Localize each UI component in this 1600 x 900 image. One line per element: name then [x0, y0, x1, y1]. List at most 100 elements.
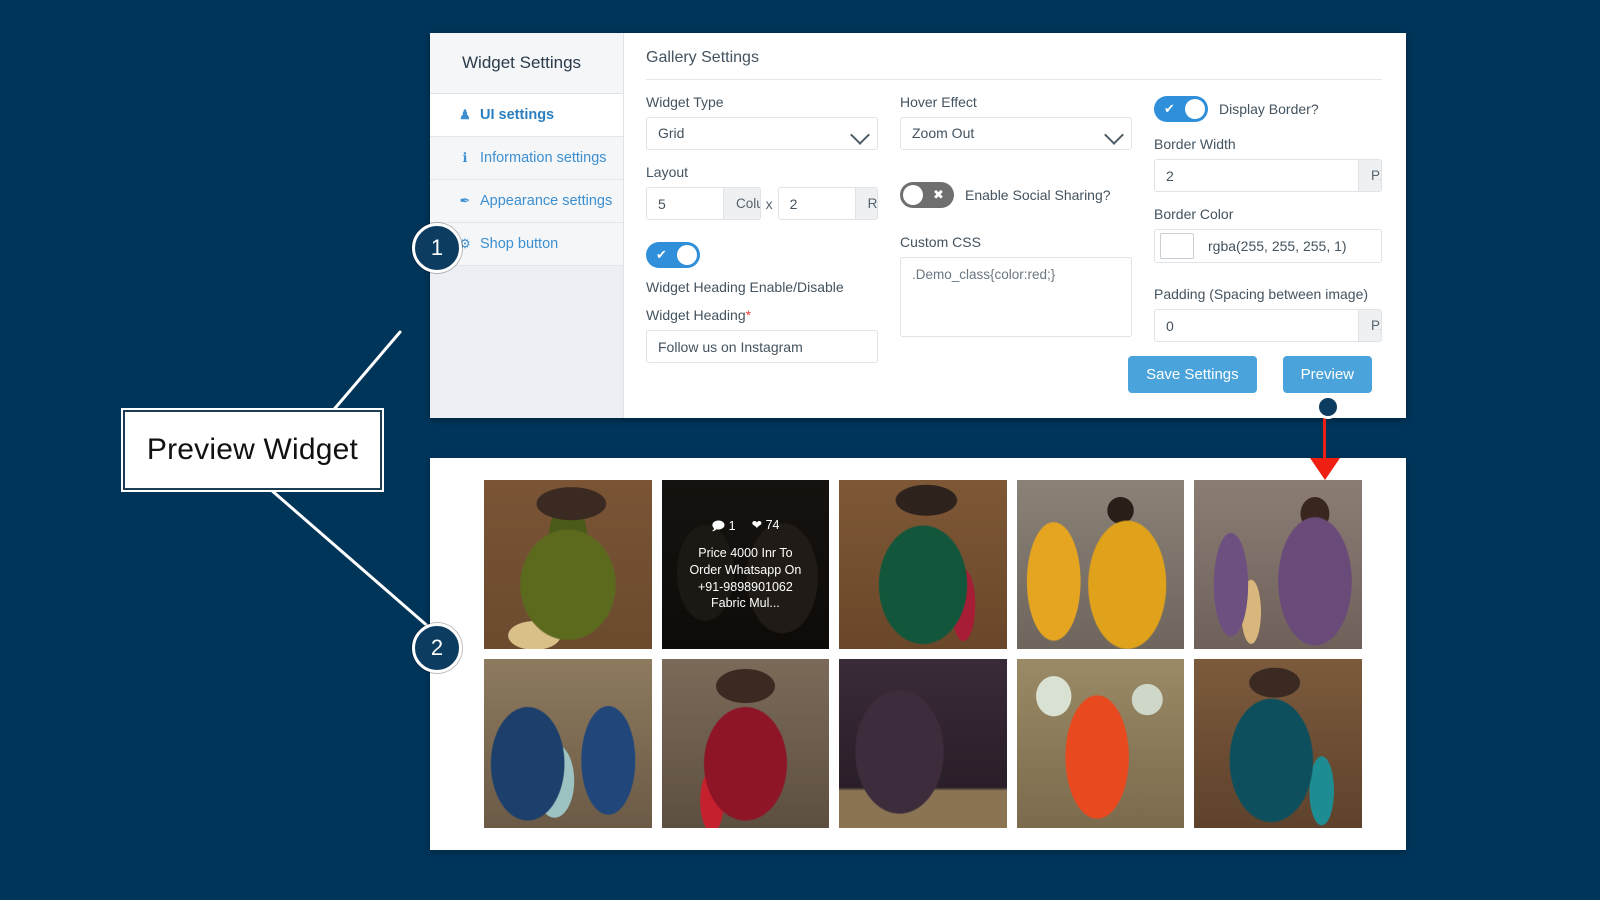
user-icon: ♟ [458, 107, 472, 123]
gallery-preview-card: 🗩 1 ❤ 74 Price 4000 Inr To Order Whatsap… [430, 458, 1406, 850]
check-icon: ✔ [1156, 96, 1183, 122]
widget-heading-toggle-label: Widget Heading Enable/Disable [646, 279, 878, 295]
toggle-knob [1185, 99, 1205, 119]
screen-root: Widget Settings ♟ UI settings ℹ Informat… [0, 0, 1600, 900]
border-color-value: rgba(255, 255, 255, 1) [1208, 238, 1347, 254]
page-title: Gallery Settings [646, 49, 1382, 80]
comment-count: 1 [729, 519, 736, 533]
padding-unit: PX [1358, 310, 1382, 341]
tile-image-figure [839, 659, 1007, 828]
gallery-grid: 🗩 1 ❤ 74 Price 4000 Inr To Order Whatsap… [482, 478, 1364, 830]
gallery-tile[interactable] [1015, 657, 1187, 830]
sidebar-item-ui-settings[interactable]: ♟ UI settings [430, 94, 623, 137]
leader-line-2 [268, 487, 432, 630]
gallery-tile[interactable] [1192, 657, 1364, 830]
step-badge-2-number: 2 [431, 635, 443, 660]
gallery-tile[interactable] [482, 657, 654, 830]
social-sharing-row: ✖ Enable Social Sharing? [900, 182, 1132, 208]
settings-content: Gallery Settings Widget Type Grid Layout… [624, 33, 1406, 418]
widget-heading-input[interactable] [646, 330, 878, 363]
display-border-row: ✔ Display Border? [1154, 96, 1382, 122]
layout-separator: x [761, 196, 778, 212]
gallery-tile[interactable] [1015, 478, 1187, 651]
required-mark: * [746, 307, 751, 323]
columns-group: Columns [646, 187, 761, 220]
tile-image-figure [1017, 659, 1185, 828]
social-sharing-label: Enable Social Sharing? [965, 187, 1111, 203]
tile-image-figure [1194, 480, 1362, 649]
columns-unit-label: Columns [723, 188, 761, 219]
preview-anchor-dot [1316, 395, 1340, 419]
tile-image-figure [484, 659, 652, 828]
gallery-tile[interactable] [660, 657, 832, 830]
tile-image-figure [839, 480, 1007, 649]
like-count: 74 [766, 518, 780, 532]
comment-stat: 🗩 1 [711, 517, 735, 538]
tile-image-figure [484, 480, 652, 649]
border-color-label: Border Color [1154, 206, 1382, 222]
gallery-tile[interactable] [837, 657, 1009, 830]
toggle-knob [677, 245, 697, 265]
sidebar-item-appearance-settings[interactable]: ✒ Appearance settings [430, 180, 623, 223]
widget-heading-toggle-block: ✔ Widget Heading Enable/Disable [646, 242, 878, 295]
widget-settings-card: Widget Settings ♟ UI settings ℹ Informat… [430, 33, 1406, 418]
gallery-tile[interactable] [837, 478, 1009, 651]
like-stat: ❤ 74 [752, 517, 780, 538]
settings-actions: Save Settings Preview [1128, 348, 1382, 401]
step-badge-2: 2 [412, 623, 462, 673]
padding-input[interactable] [1155, 310, 1358, 341]
settings-columns: Widget Type Grid Layout Columns x [646, 94, 1382, 363]
border-width-unit: PX [1358, 160, 1382, 191]
border-width-label: Border Width [1154, 136, 1382, 152]
widget-type-select[interactable]: Grid [646, 117, 878, 150]
widget-type-select-wrap: Grid [646, 117, 878, 150]
sidebar-item-label: Shop button [480, 236, 558, 252]
gallery-tile[interactable] [1192, 478, 1364, 651]
border-width-input[interactable] [1155, 160, 1358, 191]
layout-row: Columns x Rows [646, 187, 878, 220]
hover-effect-select[interactable]: Zoom Out [900, 117, 1132, 150]
settings-column-right: ✔ Display Border? Border Width PX Border… [1154, 94, 1382, 363]
settings-column-left: Widget Type Grid Layout Columns x [646, 94, 878, 363]
gallery-tile[interactable]: 🗩 1 ❤ 74 Price 4000 Inr To Order Whatsap… [660, 478, 832, 651]
preview-button-highlight: Preview [1273, 348, 1382, 401]
widget-heading-toggle[interactable]: ✔ [646, 242, 700, 268]
step-badge-1-number: 1 [431, 235, 443, 260]
widget-heading-label: Widget Heading* [646, 307, 878, 323]
display-border-toggle[interactable]: ✔ [1154, 96, 1208, 122]
check-icon: ✔ [648, 242, 675, 268]
arrow-head [1310, 458, 1340, 480]
hover-effect-select-wrap: Zoom Out [900, 117, 1132, 150]
sidebar-item-label: Information settings [480, 150, 607, 166]
step-badge-1: 1 [412, 223, 462, 273]
display-border-label: Display Border? [1219, 101, 1319, 117]
columns-input[interactable] [647, 188, 723, 219]
sidebar-title: Widget Settings [430, 33, 623, 94]
save-settings-button[interactable]: Save Settings [1128, 356, 1257, 393]
social-sharing-toggle[interactable]: ✖ [900, 182, 954, 208]
rows-input[interactable] [779, 188, 855, 219]
tile-stats: 🗩 1 ❤ 74 [711, 517, 779, 538]
custom-css-textarea[interactable]: .Demo_class{color:red;} [900, 257, 1132, 337]
close-icon: ✖ [925, 182, 952, 208]
border-width-group: PX [1154, 159, 1382, 192]
preview-button[interactable]: Preview [1283, 356, 1372, 393]
tile-image-figure [662, 659, 830, 828]
widget-type-label: Widget Type [646, 94, 878, 110]
custom-css-label: Custom CSS [900, 234, 1132, 250]
tile-hover-overlay: 🗩 1 ❤ 74 Price 4000 Inr To Order Whatsap… [662, 480, 830, 649]
tile-caption: Price 4000 Inr To Order Whatsapp On +91-… [681, 545, 809, 613]
rows-group: Rows [778, 187, 878, 220]
tile-image-figure [1194, 659, 1362, 828]
border-color-field[interactable]: rgba(255, 255, 255, 1) [1154, 229, 1382, 263]
tile-image-figure [1017, 480, 1185, 649]
sidebar-item-information-settings[interactable]: ℹ Information settings [430, 137, 623, 180]
callout-label-box: Preview Widget [123, 410, 382, 490]
color-swatch[interactable] [1160, 233, 1194, 259]
gallery-tile[interactable] [482, 478, 654, 651]
sidebar-item-label: UI settings [480, 107, 554, 123]
toggle-knob [903, 185, 923, 205]
brush-icon: ✒ [458, 193, 472, 209]
widget-heading-label-text: Widget Heading [646, 307, 746, 323]
settings-column-middle: Hover Effect Zoom Out ✖ Enable Social Sh… [900, 94, 1132, 363]
